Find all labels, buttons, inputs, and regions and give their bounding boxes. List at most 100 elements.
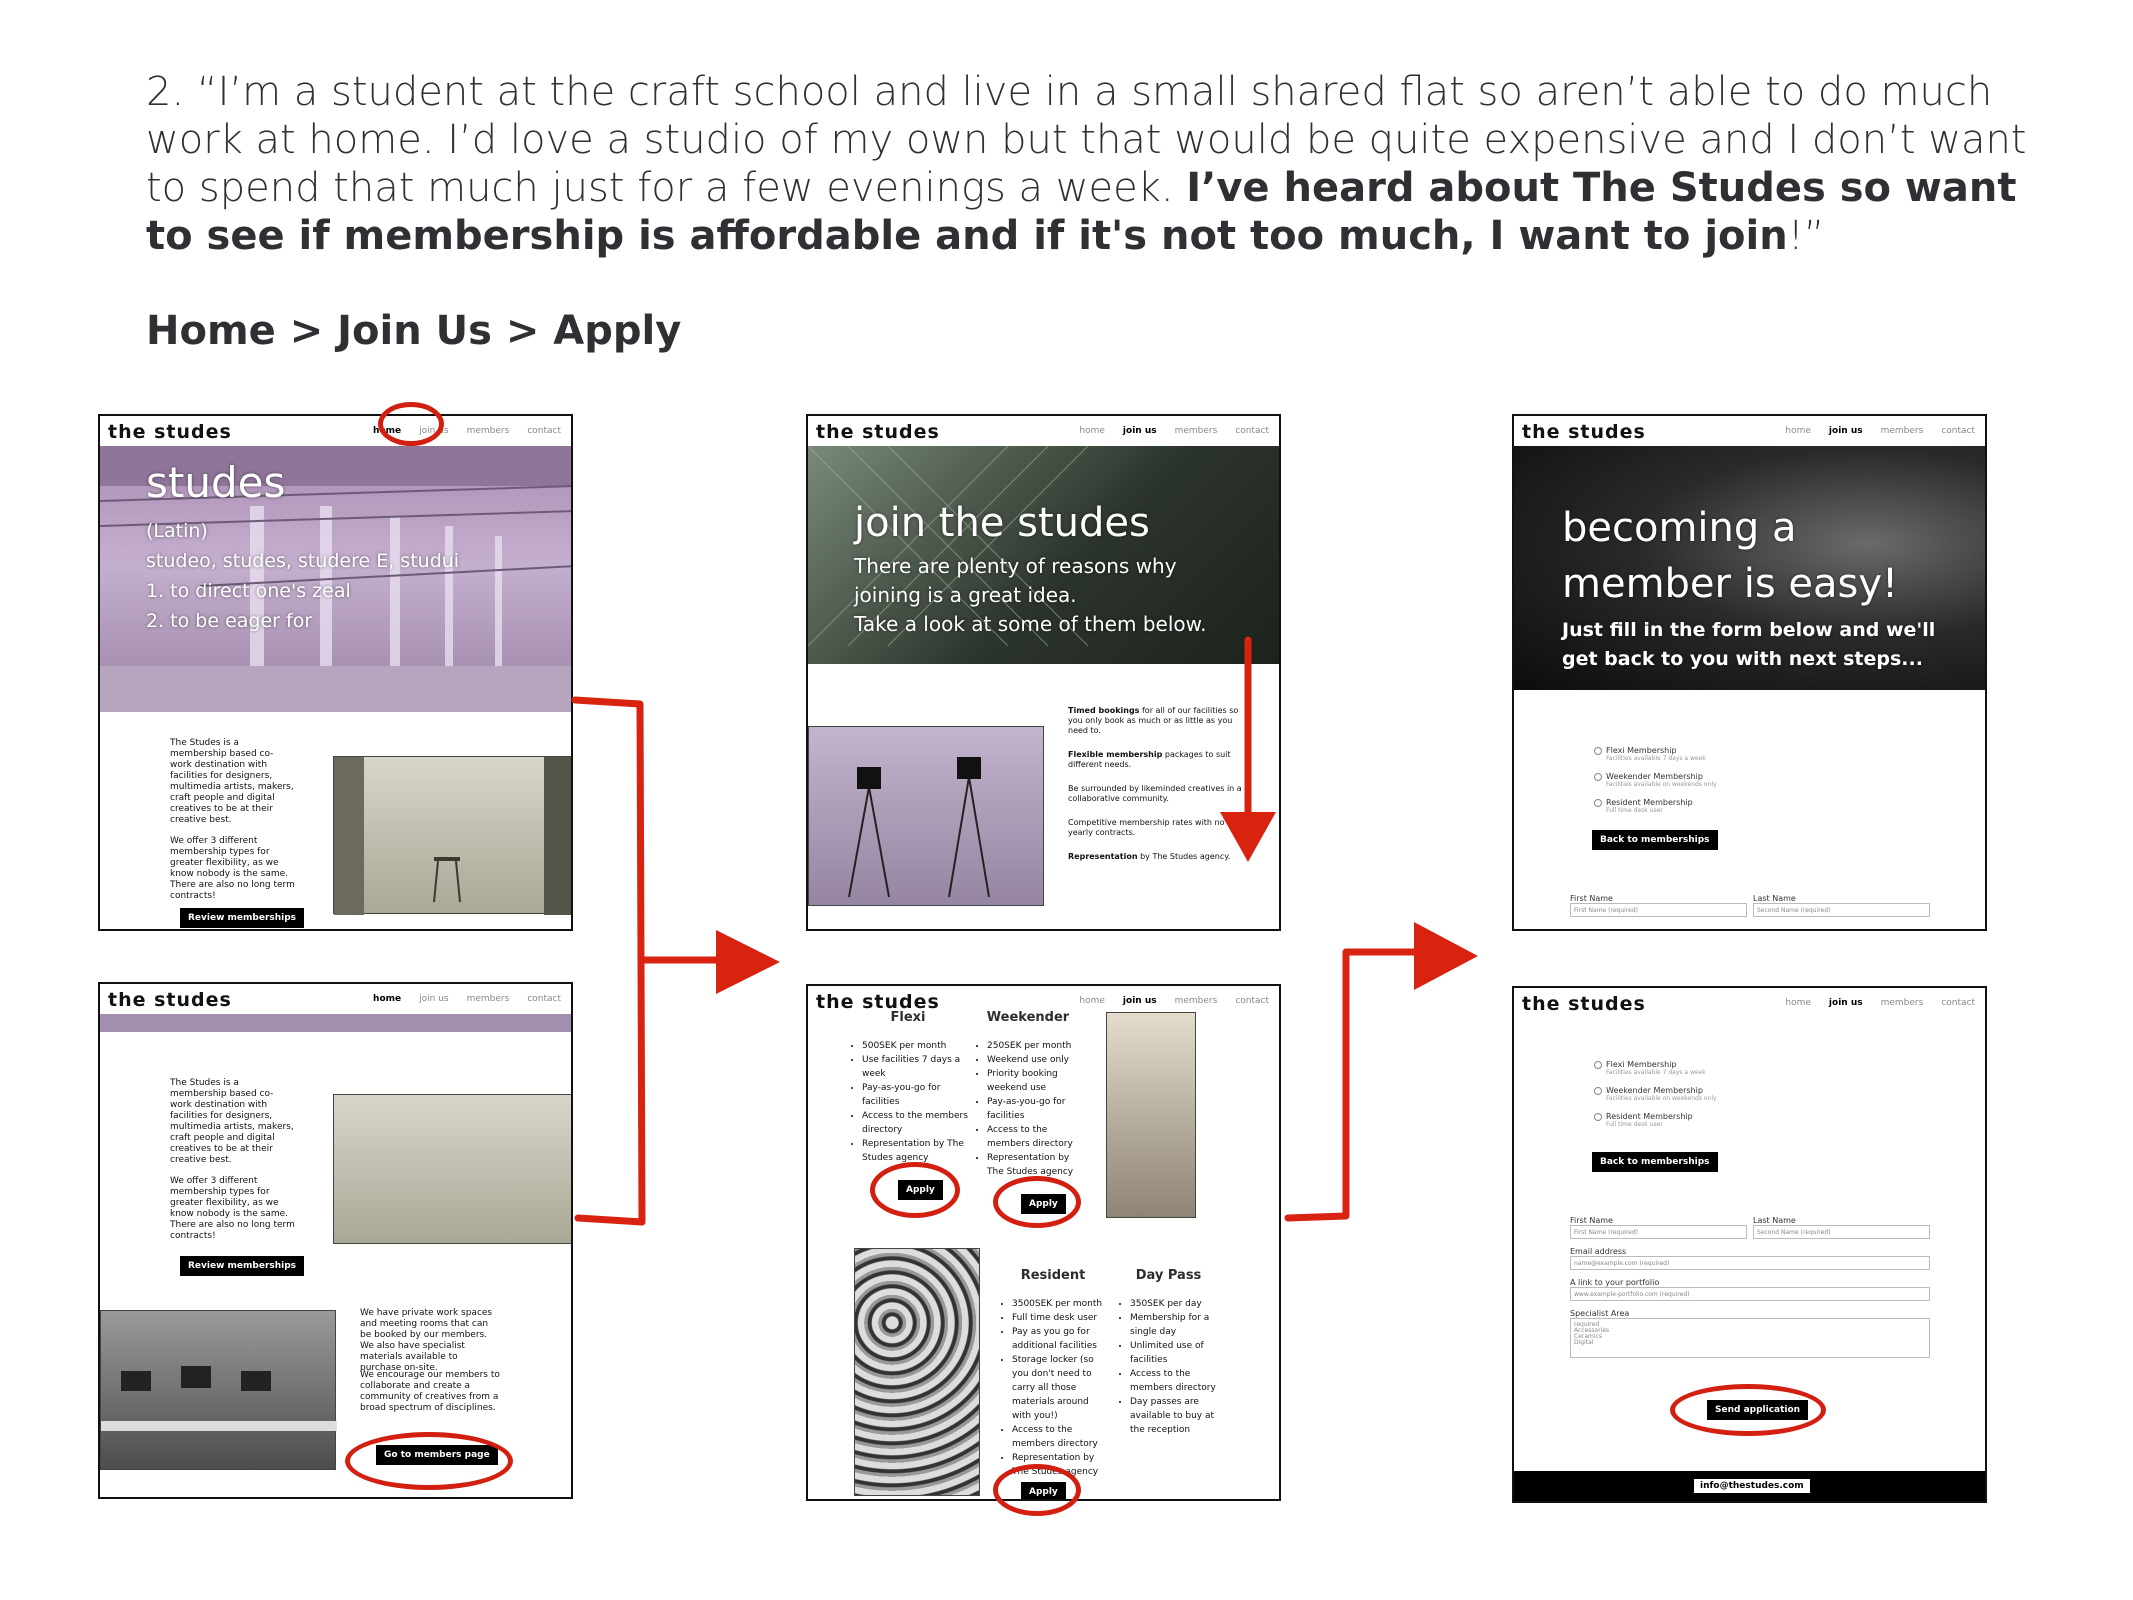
first-name-label: First Name — [1570, 894, 1613, 903]
specialist-option[interactable]: Digital — [1574, 1340, 1926, 1346]
plan-feature: Representation by The Studes agency — [862, 1137, 968, 1165]
portfolio-input[interactable]: www.example-portfolio.com (required) — [1570, 1287, 1930, 1301]
nav-join-us[interactable]: join us — [1829, 998, 1863, 1008]
nav-contact[interactable]: contact — [527, 426, 561, 436]
option-resident[interactable]: Resident Membership Full time desk user — [1594, 798, 1794, 814]
offer-text: We offer 3 different membership types fo… — [170, 836, 295, 901]
hero-definition: (Latin) studeo, studes, studere E, studu… — [146, 516, 459, 636]
nav-contact[interactable]: contact — [1235, 996, 1269, 1006]
site-nav: the studes home join us members contact — [100, 416, 571, 446]
nav-home[interactable]: home — [1785, 426, 1811, 436]
nav-members[interactable]: members — [1881, 998, 1924, 1008]
hero-line: Take a look at some of them below. — [854, 612, 1207, 636]
nav-contact[interactable]: contact — [1235, 426, 1269, 436]
hero-line: get back to you with next steps... — [1562, 648, 1923, 670]
screen-home-hero: the studes home join us members contact … — [98, 414, 573, 931]
encourage-text: We encourage our members to collaborate … — [360, 1370, 500, 1413]
screen-join-plans: the studes home join us members contact … — [806, 984, 1281, 1501]
nav-links: home join us members contact — [1785, 998, 1975, 1008]
screen-home-scrolled: the studes home join us members contact … — [98, 982, 573, 1499]
site-nav: the studes home join us members contact — [808, 416, 1279, 446]
nav-join-us[interactable]: join us — [419, 994, 448, 1004]
option-resident[interactable]: Resident Membership Full time desk user — [1594, 1112, 1794, 1128]
nav-members[interactable]: members — [467, 426, 510, 436]
reason-item: Timed bookings for all of our facilities… — [1068, 706, 1239, 735]
nav-home[interactable]: home — [373, 994, 401, 1004]
plan-feature: Use facilities 7 days a week — [862, 1053, 968, 1081]
plan-feature: Representation by The Studes agency — [987, 1151, 1083, 1179]
plan-flexi: Flexi 500SEK per month Use facilities 7 … — [848, 1010, 968, 1165]
plan-feature: Full time desk user — [1012, 1311, 1108, 1325]
last-name-input[interactable]: Second Name (required) — [1753, 1225, 1930, 1239]
email-input[interactable]: name@example.com (required) — [1570, 1256, 1930, 1270]
first-name-label: First Name — [1570, 1216, 1613, 1225]
footer-email[interactable]: info@thestudes.com — [1694, 1479, 1810, 1493]
hero-line: member is easy! — [1562, 561, 1899, 607]
plan-feature: Membership for a single day — [1130, 1311, 1221, 1339]
hero-line: (Latin) — [146, 520, 208, 542]
hero-line: There are plenty of reasons why — [854, 554, 1177, 578]
hero-line: Just fill in the form below and we'll — [1562, 619, 1936, 641]
site-logo[interactable]: the studes — [108, 421, 232, 443]
plan-feature: Unlimited use of facilities — [1130, 1339, 1221, 1367]
site-logo[interactable]: the studes — [1522, 421, 1646, 443]
review-memberships-button[interactable]: Review memberships — [180, 1256, 305, 1276]
reason-item: Flexible membership packages to suit dif… — [1068, 750, 1231, 769]
reason-item: Competitive membership rates with no yea… — [1068, 818, 1225, 837]
specialist-select[interactable]: required Accessories Ceramics Digital — [1570, 1318, 1930, 1358]
last-name-input[interactable]: Second Name (required) — [1753, 903, 1930, 917]
site-nav: the studes home join us members contact — [808, 986, 1279, 1013]
first-name-input[interactable]: First Name (required) — [1570, 903, 1747, 917]
nav-join-us[interactable]: join us — [1123, 426, 1157, 436]
highlight-send-ring — [1670, 1384, 1826, 1436]
screen-join-hero: the studes home join us members contact … — [806, 414, 1281, 931]
site-logo[interactable]: the studes — [108, 989, 232, 1011]
nav-links: home join us members contact — [373, 994, 561, 1004]
workshop-photo — [1106, 1012, 1196, 1218]
first-name-input[interactable]: First Name (required) — [1570, 1225, 1747, 1239]
plan-name: Weekender — [986, 1010, 1070, 1025]
option-flexi[interactable]: Flexi Membership Facilities available 7 d… — [1594, 746, 1794, 762]
site-logo[interactable]: the studes — [816, 421, 940, 443]
intro-text: The Studes is a membership based co-work… — [170, 738, 294, 825]
nav-home[interactable]: home — [1785, 998, 1811, 1008]
join-hero-image: join the studes There are plenty of reas… — [808, 446, 1279, 664]
apply-hero-title: becoming a member is easy! — [1562, 500, 1898, 612]
plan-feature: Priority booking weekend use — [987, 1067, 1083, 1095]
option-weekender[interactable]: Weekender Membership Facilities available… — [1594, 772, 1794, 788]
back-to-memberships-button[interactable]: Back to memberships — [1592, 1152, 1718, 1172]
highlight-apply-ring — [993, 1176, 1081, 1228]
nav-contact[interactable]: contact — [1941, 426, 1975, 436]
nav-members[interactable]: members — [1881, 426, 1924, 436]
site-footer: info@thestudes.com — [1514, 1471, 1985, 1501]
reason-item: Representation by The Studes agency. — [1068, 852, 1231, 861]
nav-members[interactable]: members — [1175, 996, 1218, 1006]
site-logo[interactable]: the studes — [1522, 993, 1646, 1015]
last-name-label: Last Name — [1753, 1216, 1796, 1225]
plan-feature: Access to the members directory — [987, 1123, 1083, 1151]
nav-home[interactable]: home — [1079, 426, 1105, 436]
nav-members[interactable]: members — [467, 994, 510, 1004]
breadcrumb: Home > Join Us > Apply — [146, 308, 682, 354]
stool-image — [334, 757, 571, 915]
last-name-label: Last Name — [1753, 894, 1796, 903]
nav-home[interactable]: home — [1079, 996, 1105, 1006]
review-memberships-button[interactable]: Review memberships — [180, 908, 305, 928]
nav-contact[interactable]: contact — [527, 994, 561, 1004]
option-flexi[interactable]: Flexi Membership Facilities available 7 d… — [1594, 1060, 1794, 1076]
nav-join-us[interactable]: join us — [1829, 426, 1863, 436]
nav-members[interactable]: members — [1175, 426, 1218, 436]
apply-hero-image: becoming a member is easy! Just fill in … — [1514, 446, 1985, 690]
hero-line: 2. to be eager for — [146, 610, 313, 632]
back-to-memberships-button[interactable]: Back to memberships — [1592, 830, 1718, 850]
option-weekender[interactable]: Weekender Membership Facilities available… — [1594, 1086, 1794, 1102]
nav-join-us[interactable]: join us — [1123, 996, 1157, 1006]
coworking-photo — [100, 1310, 337, 1470]
name-fields: First Name First Name (required) Last Nam… — [1570, 1208, 1930, 1239]
plan-resident: Resident 3500SEK per month Full time des… — [998, 1268, 1108, 1479]
apply-hero-sub: Just fill in the form below and we'll ge… — [1562, 616, 1935, 674]
nav-links: home join us members contact — [1079, 996, 1269, 1006]
nav-contact[interactable]: contact — [1941, 998, 1975, 1008]
site-logo[interactable]: the studes — [816, 991, 940, 1013]
application-form: First Name First Name (required) Last Nam… — [1570, 1208, 1930, 1358]
